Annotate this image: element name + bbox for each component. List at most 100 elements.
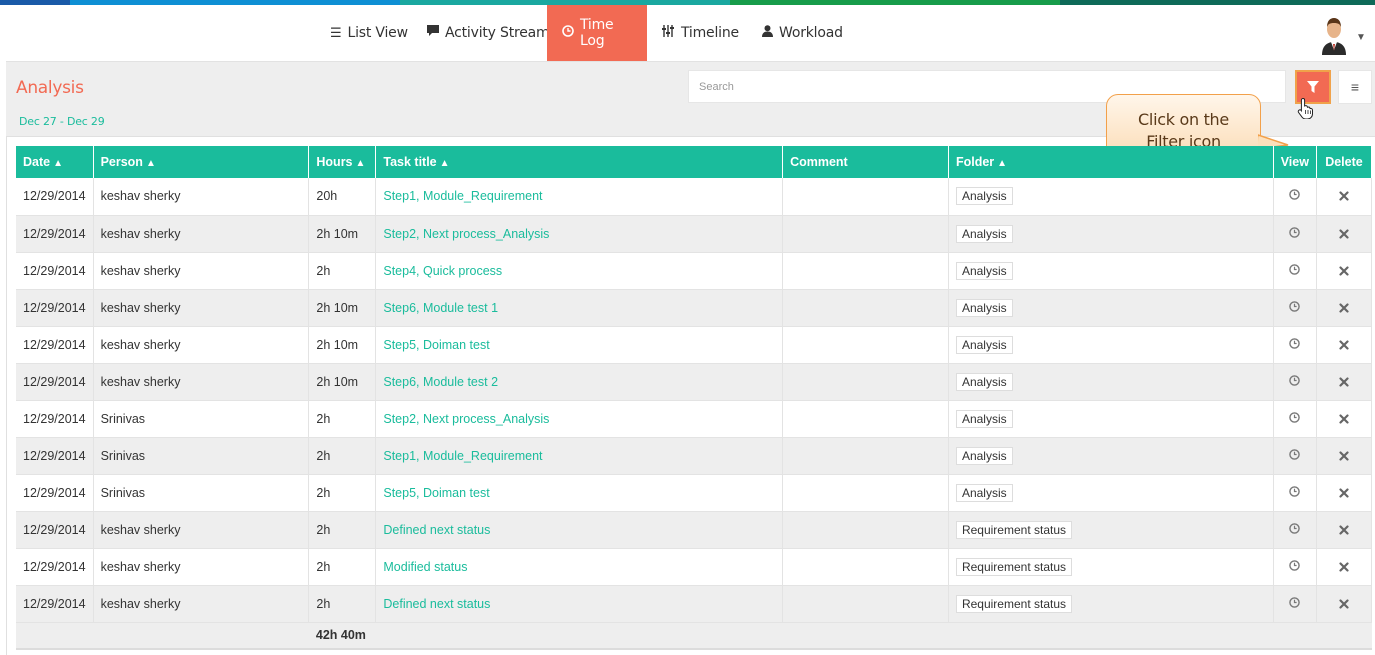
close-icon[interactable] — [1339, 559, 1349, 575]
cell-folder: Analysis — [948, 400, 1274, 438]
column-header-folder[interactable]: Folder ▲︎ — [948, 146, 1274, 178]
cell-task-link[interactable]: Step1, Module_Requirement — [375, 178, 784, 216]
table-row: 12/29/2014 keshav sherky 2h 10m Step2, Next… — [16, 215, 1373, 253]
clock-icon[interactable] — [1289, 263, 1301, 278]
clock-icon[interactable] — [1289, 189, 1301, 203]
close-icon[interactable] — [1339, 411, 1349, 427]
cell-view[interactable] — [1273, 178, 1317, 216]
cell-task-link[interactable]: Defined next status — [375, 585, 784, 623]
close-icon[interactable] — [1339, 522, 1349, 538]
cell-delete[interactable] — [1316, 363, 1373, 401]
column-header-hours[interactable]: Hours ▲︎ — [308, 146, 377, 178]
folder-tag[interactable]: Analysis — [955, 298, 1013, 317]
cell-task-link[interactable]: Step6, Module test 1 — [375, 289, 784, 327]
close-icon[interactable] — [1339, 485, 1349, 501]
nav-time-log[interactable]: Time Log — [547, 5, 647, 61]
menu-button[interactable]: ≡ — [1338, 70, 1372, 104]
cell-view[interactable] — [1273, 548, 1317, 586]
cell-folder: Requirement status — [948, 511, 1274, 549]
cell-task-link[interactable]: Defined next status — [375, 511, 784, 549]
clock-icon[interactable] — [1289, 596, 1301, 611]
cell-delete[interactable] — [1316, 437, 1373, 475]
column-header-date[interactable]: Date ▲︎ — [16, 146, 94, 178]
table-row: 12/29/2014 keshav sherky 2h Step4, Quick pr… — [16, 252, 1373, 290]
cell-date: 12/29/2014 — [16, 326, 94, 364]
cell-view[interactable] — [1273, 437, 1317, 475]
cell-date: 12/29/2014 — [16, 585, 94, 623]
folder-tag[interactable]: Requirement status — [955, 557, 1073, 576]
clock-icon[interactable] — [1289, 522, 1301, 537]
cell-view[interactable] — [1273, 363, 1317, 401]
cell-task-link[interactable]: Step5, Doiman test — [375, 474, 784, 512]
clock-icon[interactable] — [1289, 559, 1301, 574]
date-range[interactable]: Dec 27 - Dec 29 — [19, 115, 105, 128]
nav-workload[interactable]: Workload — [762, 5, 843, 61]
cell-comment — [782, 363, 949, 401]
cell-task-link[interactable]: Step5, Doiman test — [375, 326, 784, 364]
close-icon[interactable] — [1339, 448, 1349, 464]
cell-delete[interactable] — [1316, 326, 1373, 364]
cell-delete[interactable] — [1316, 585, 1373, 623]
cell-task-link[interactable]: Step2, Next process_Analysis — [375, 215, 784, 253]
table-row: 12/29/2014 keshav sherky 2h 10m Step5, Doim… — [16, 326, 1373, 364]
column-header-person[interactable]: Person ▲︎ — [93, 146, 310, 178]
cell-view[interactable] — [1273, 289, 1317, 327]
cell-delete[interactable] — [1316, 289, 1373, 327]
cell-task-link[interactable]: Step2, Next process_Analysis — [375, 400, 784, 438]
cell-task-link[interactable]: Step1, Module_Requirement — [375, 437, 784, 475]
clock-icon[interactable] — [1289, 226, 1301, 241]
cell-view[interactable] — [1273, 511, 1317, 549]
close-icon[interactable] — [1339, 596, 1349, 612]
close-icon[interactable] — [1339, 337, 1349, 353]
cell-date: 12/29/2014 — [16, 400, 94, 438]
folder-tag[interactable]: Analysis — [955, 372, 1013, 391]
folder-tag[interactable]: Requirement status — [955, 520, 1073, 539]
cell-view[interactable] — [1273, 215, 1317, 253]
folder-tag[interactable]: Analysis — [955, 483, 1013, 502]
clock-icon[interactable] — [1289, 485, 1301, 500]
close-icon[interactable] — [1339, 300, 1349, 316]
cell-view[interactable] — [1273, 474, 1317, 512]
folder-tag[interactable]: Analysis — [955, 409, 1013, 428]
cell-task-link[interactable]: Modified status — [375, 548, 784, 586]
folder-tag[interactable]: Requirement status — [955, 594, 1073, 613]
cell-delete[interactable] — [1316, 252, 1373, 290]
nav-activity-stream[interactable]: Activity Stream — [427, 5, 550, 61]
clock-icon[interactable] — [1289, 411, 1301, 426]
cell-delete[interactable] — [1316, 474, 1373, 512]
clock-icon[interactable] — [1289, 374, 1301, 389]
clock-icon[interactable] — [1289, 300, 1301, 315]
cell-delete[interactable] — [1316, 511, 1373, 549]
cell-delete[interactable] — [1316, 215, 1373, 253]
nav-list-view[interactable]: ☰ List View — [330, 5, 408, 61]
folder-tag[interactable]: Analysis — [955, 261, 1013, 280]
cell-hours: 2h 10m — [308, 326, 377, 364]
chevron-down-icon[interactable]: ▼ — [1356, 32, 1366, 43]
avatar[interactable] — [1318, 15, 1350, 55]
cell-delete[interactable] — [1316, 400, 1373, 438]
folder-tag[interactable]: Analysis — [955, 187, 1013, 206]
column-header-task-title[interactable]: Task title ▲︎ — [375, 146, 784, 178]
folder-tag[interactable]: Analysis — [955, 335, 1013, 354]
page-title: Analysis — [16, 78, 84, 98]
nav-timeline[interactable]: Timeline — [662, 5, 739, 61]
folder-tag[interactable]: Analysis — [955, 224, 1013, 243]
sort-icon: ▲︎ — [355, 158, 366, 169]
cell-task-link[interactable]: Step4, Quick process — [375, 252, 784, 290]
clock-icon[interactable] — [1289, 448, 1301, 463]
close-icon[interactable] — [1339, 374, 1349, 390]
cell-hours: 2h — [308, 400, 377, 438]
cell-view[interactable] — [1273, 326, 1317, 364]
folder-tag[interactable]: Analysis — [955, 446, 1013, 465]
cell-view[interactable] — [1273, 585, 1317, 623]
close-icon[interactable] — [1339, 263, 1349, 279]
cell-delete[interactable] — [1316, 178, 1373, 216]
cell-view[interactable] — [1273, 400, 1317, 438]
close-icon[interactable] — [1339, 226, 1349, 242]
cell-task-link[interactable]: Step6, Module test 2 — [375, 363, 784, 401]
cell-delete[interactable] — [1316, 548, 1373, 586]
close-icon[interactable] — [1339, 188, 1349, 204]
cell-date: 12/29/2014 — [16, 437, 94, 475]
cell-view[interactable] — [1273, 252, 1317, 290]
clock-icon[interactable] — [1289, 337, 1301, 352]
